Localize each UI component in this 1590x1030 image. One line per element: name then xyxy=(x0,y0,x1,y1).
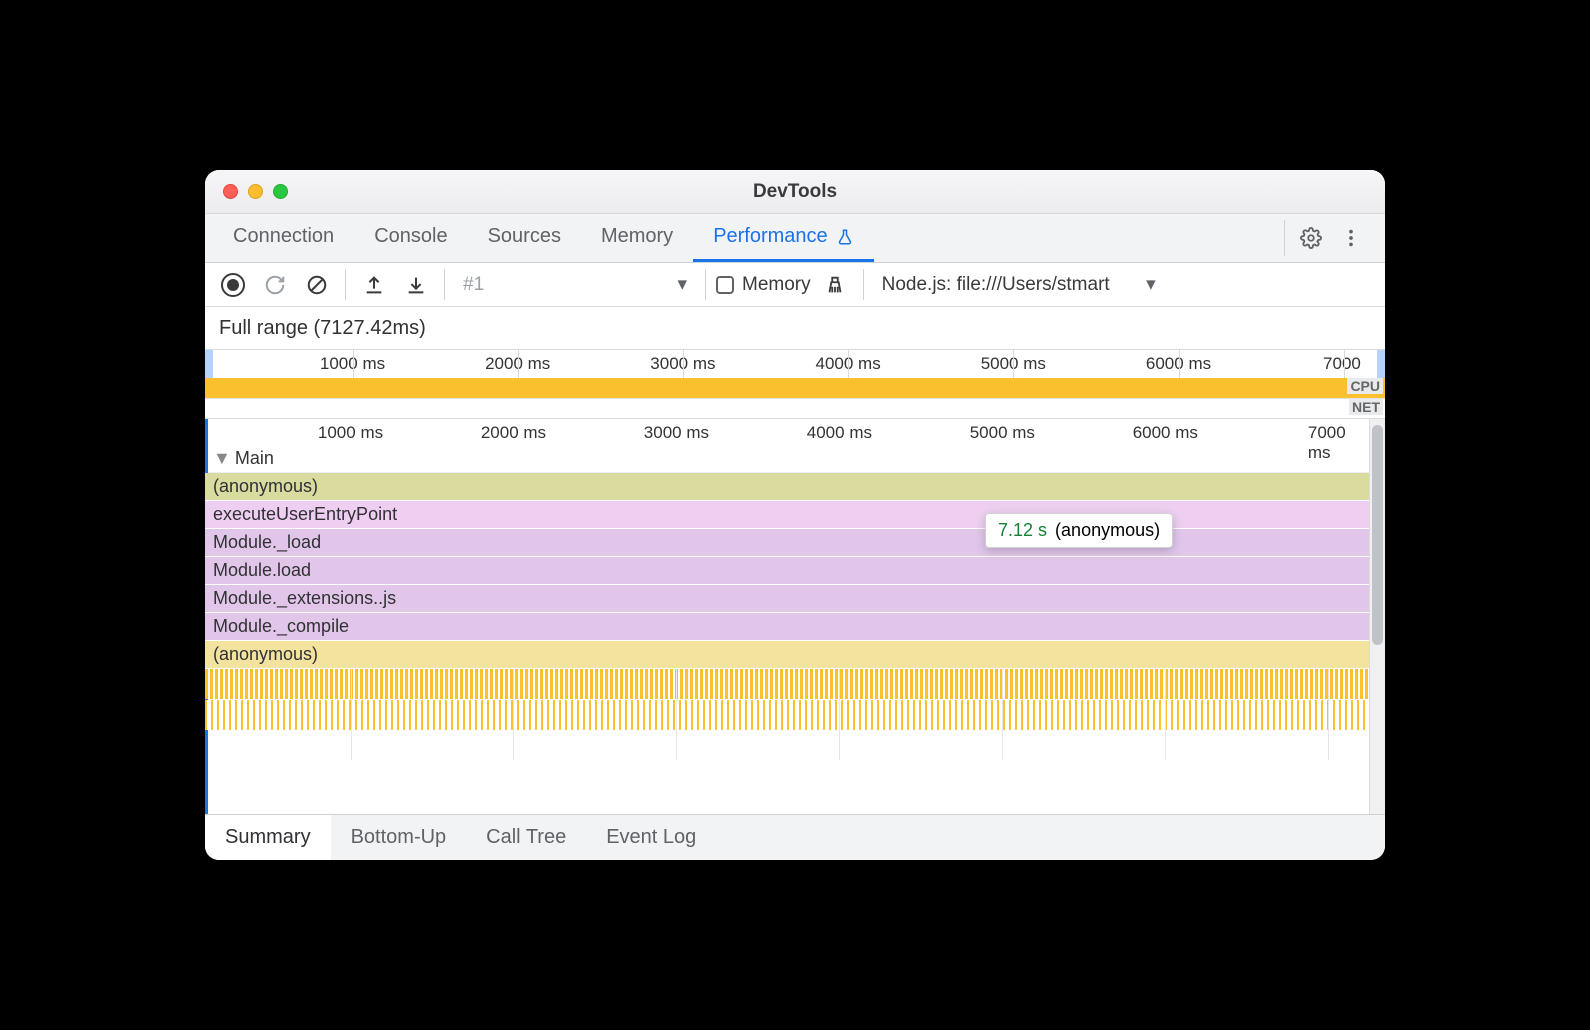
tab-performance-label: Performance xyxy=(713,225,828,248)
ruler-tick: 3000 ms xyxy=(644,423,709,443)
record-icon xyxy=(221,273,245,297)
flame-row[interactable]: Module.load xyxy=(205,557,1369,585)
download-profile-button[interactable] xyxy=(398,267,434,303)
flame-row[interactable]: Module._compile xyxy=(205,613,1369,641)
divider xyxy=(1284,220,1285,256)
titlebar: DevTools xyxy=(205,170,1385,214)
divider xyxy=(345,269,346,300)
scrollbar-thumb[interactable] xyxy=(1372,425,1383,645)
overview-net: NET xyxy=(205,398,1385,418)
tab-event-log[interactable]: Event Log xyxy=(586,815,716,860)
flame-dense-row[interactable] xyxy=(205,669,1369,699)
chevron-down-icon: ▾ xyxy=(677,273,687,296)
tab-bottom-up[interactable]: Bottom-Up xyxy=(331,815,467,860)
checkbox-icon xyxy=(716,276,734,294)
traffic-lights xyxy=(205,184,288,199)
performance-toolbar: #1 ▾ Memory Node.js: file:///Users/stmar… xyxy=(205,263,1385,307)
net-label: NET xyxy=(1349,399,1383,415)
clear-icon xyxy=(306,274,328,296)
download-icon xyxy=(405,274,427,296)
range-label: Full range (7127.42ms) xyxy=(205,307,1385,349)
tooltip-time: 7.12 s xyxy=(998,520,1047,540)
chevron-down-icon: ▾ xyxy=(1146,273,1156,296)
tab-sources[interactable]: Sources xyxy=(468,214,581,262)
flask-icon xyxy=(836,228,854,246)
flame-row[interactable]: Module._load xyxy=(205,529,1369,557)
clear-button[interactable] xyxy=(299,267,335,303)
zoom-window-button[interactable] xyxy=(273,184,288,199)
details-tabs: Summary Bottom-Up Call Tree Event Log xyxy=(205,814,1385,860)
memory-checkbox[interactable]: Memory xyxy=(716,274,811,296)
profile-selector-value: #1 xyxy=(463,274,484,296)
target-selector[interactable]: Node.js: file:///Users/stmart ▾ xyxy=(874,273,1164,296)
overview-ruler: 1000 ms 2000 ms 3000 ms 4000 ms 5000 ms … xyxy=(205,350,1385,378)
tab-console[interactable]: Console xyxy=(354,214,467,262)
ruler-tick: 1000 ms xyxy=(318,423,383,443)
reload-icon xyxy=(264,274,286,296)
more-button[interactable] xyxy=(1333,220,1369,256)
window-title: DevTools xyxy=(205,181,1385,203)
devtools-window: DevTools Connection Console Sources Memo… xyxy=(205,170,1385,860)
ruler-tick: 6000 ms xyxy=(1133,423,1198,443)
track-header-main[interactable]: ▼ Main xyxy=(205,445,1369,473)
tab-memory[interactable]: Memory xyxy=(581,214,693,262)
ruler-tick: 2000 ms xyxy=(481,423,546,443)
tab-summary[interactable]: Summary xyxy=(205,815,331,860)
profile-selector[interactable]: #1 ▾ xyxy=(455,273,695,296)
flame-tooltip: 7.12 s (anonymous) xyxy=(985,513,1173,548)
flame-row[interactable]: (anonymous) xyxy=(205,473,1369,501)
flame-dense-row[interactable] xyxy=(205,700,1369,730)
more-vertical-icon xyxy=(1340,227,1362,249)
record-button[interactable] xyxy=(215,267,251,303)
collect-garbage-button[interactable] xyxy=(817,267,853,303)
broom-icon xyxy=(824,274,846,296)
flame-ruler: 1000 ms 2000 ms 3000 ms 4000 ms 5000 ms … xyxy=(205,419,1369,445)
triangle-down-icon: ▼ xyxy=(213,448,231,469)
minimize-window-button[interactable] xyxy=(248,184,263,199)
flame-chart-area[interactable]: 1000 ms 2000 ms 3000 ms 4000 ms 5000 ms … xyxy=(205,419,1385,814)
tab-connection[interactable]: Connection xyxy=(213,214,354,262)
flame-empty-row xyxy=(205,730,1369,760)
divider xyxy=(705,269,706,300)
upload-profile-button[interactable] xyxy=(356,267,392,303)
vertical-scrollbar[interactable] xyxy=(1369,419,1385,814)
cpu-label: CPU xyxy=(1347,378,1383,394)
track-name: Main xyxy=(235,448,274,469)
tab-call-tree[interactable]: Call Tree xyxy=(466,815,586,860)
ruler-tick: 5000 ms xyxy=(970,423,1035,443)
ruler-tick: 4000 ms xyxy=(807,423,872,443)
panel-tabs: Connection Console Sources Memory Perfor… xyxy=(205,214,1385,263)
divider xyxy=(863,269,864,300)
settings-button[interactable] xyxy=(1293,220,1329,256)
flame-row[interactable]: (anonymous) xyxy=(205,641,1369,669)
close-window-button[interactable] xyxy=(223,184,238,199)
ruler-tick: 7000 ms xyxy=(1308,423,1349,463)
gear-icon xyxy=(1300,227,1322,249)
tooltip-name: (anonymous) xyxy=(1055,520,1160,540)
reload-button[interactable] xyxy=(257,267,293,303)
flame-row[interactable]: executeUserEntryPoint xyxy=(205,501,1369,529)
target-selector-value: Node.js: file:///Users/stmart xyxy=(882,274,1110,296)
divider xyxy=(444,269,445,300)
flame-row[interactable]: Module._extensions..js xyxy=(205,585,1369,613)
overview-cpu: CPU xyxy=(205,378,1385,398)
overview-timeline[interactable]: 1000 ms 2000 ms 3000 ms 4000 ms 5000 ms … xyxy=(205,349,1385,419)
tab-performance[interactable]: Performance xyxy=(693,214,874,262)
upload-icon xyxy=(363,274,385,296)
memory-label: Memory xyxy=(742,274,811,296)
